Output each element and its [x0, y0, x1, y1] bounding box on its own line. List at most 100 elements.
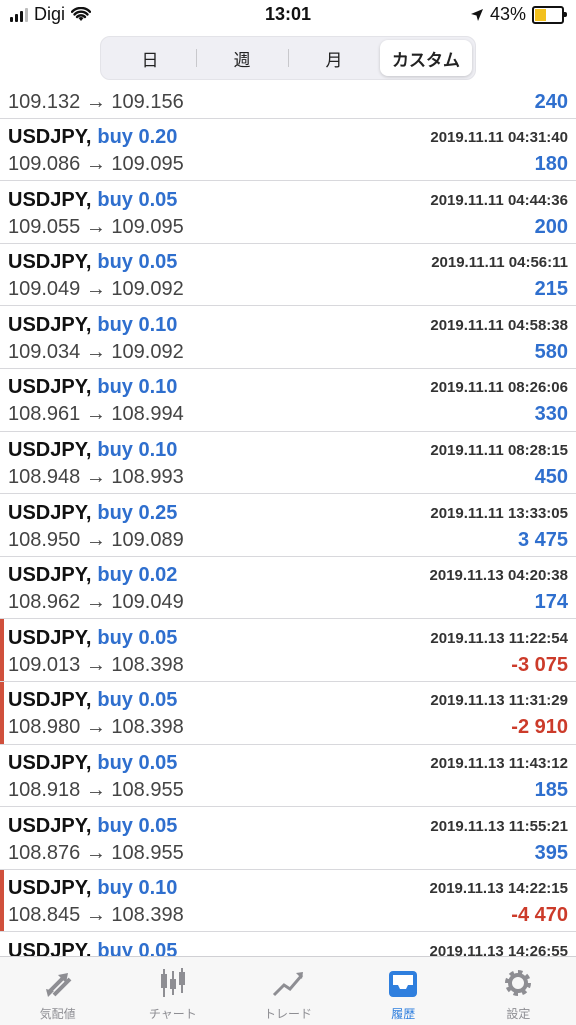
- trade-prices: 108.961 → 108.994: [8, 403, 184, 426]
- trade-profit: 395: [534, 841, 568, 864]
- trade-row-header: USDJPY, buy 0.05 2019.11.13 11:43:12: [8, 751, 568, 777]
- trade-title: USDJPY, buy 0.05: [8, 940, 177, 956]
- trade-symbol: USDJPY,: [8, 126, 92, 149]
- trade-time: 2019.11.13 11:31:29: [430, 692, 568, 710]
- trade-row-header: USDJPY, buy 0.10 2019.11.13 14:22:15: [8, 876, 568, 902]
- trade-side-volume: buy 0.20: [97, 126, 178, 149]
- trade-row-details: 108.980 → 108.398 -2 910: [8, 715, 568, 741]
- trade-title: USDJPY, buy 0.25: [8, 502, 177, 525]
- trade-profit: 200: [534, 215, 568, 238]
- trade-side-volume: buy 0.05: [97, 689, 178, 712]
- trade-symbol: USDJPY,: [8, 814, 92, 837]
- history-inbox-icon: [389, 971, 418, 997]
- trade-row[interactable]: USDJPY, buy 0.05 2019.11.11 04:56:11 109.04…: [0, 244, 576, 307]
- trade-side-volume: buy 0.05: [97, 752, 178, 775]
- segment-1[interactable]: 日: [104, 40, 196, 76]
- trade-row[interactable]: USDJPY, buy 0.05 2019.11.13 11:55:21 108.87…: [0, 807, 576, 870]
- trade-title: USDJPY, buy 0.05: [8, 627, 177, 650]
- segment-4[interactable]: カスタム: [380, 40, 472, 76]
- trade-profit: 240: [534, 90, 568, 113]
- trade-side-volume: buy 0.10: [97, 376, 178, 399]
- trade-prices: 108.845 → 108.398: [8, 904, 184, 927]
- trade-row[interactable]: USDJPY, buy 0.10 2019.11.11 08:28:15 108.94…: [0, 432, 576, 495]
- tab-candlestick-chart[interactable]: チャート: [115, 957, 230, 1025]
- trade-row-header: USDJPY, buy 0.25 2019.11.11 13:33:05: [8, 500, 568, 526]
- trade-symbol: USDJPY,: [8, 376, 92, 399]
- trade-side-volume: buy 0.05: [97, 188, 178, 211]
- status-bar: Digi 13:01 43%: [0, 0, 576, 30]
- trade-prices: 108.918 → 108.955: [8, 779, 184, 802]
- segment-2[interactable]: 週: [196, 40, 288, 76]
- trade-time: 2019.11.11 04:56:11: [431, 254, 568, 272]
- trade-symbol: USDJPY,: [8, 689, 92, 712]
- trade-row[interactable]: 109.132 → 109.156 240: [0, 88, 576, 119]
- trade-symbol: USDJPY,: [8, 626, 92, 649]
- trade-row[interactable]: USDJPY, buy 0.10 2019.11.13 14:22:15 108.84…: [0, 869, 576, 933]
- trade-symbol: USDJPY,: [8, 564, 92, 587]
- tab-quotes-arrows[interactable]: 気配値: [0, 957, 115, 1025]
- trade-row[interactable]: USDJPY, buy 0.05 2019.11.13 11:43:12 108.91…: [0, 745, 576, 808]
- battery-fill: [535, 8, 547, 21]
- trade-prices: 109.049 → 109.092: [8, 278, 184, 301]
- trade-row-header: USDJPY, buy 0.05 2019.11.13 11:55:21: [8, 813, 568, 839]
- trade-row-details: 108.948 → 108.993 450: [8, 465, 568, 491]
- trade-prices: 108.962 → 109.049: [8, 591, 184, 614]
- trade-prices: 109.086 → 109.095: [8, 153, 184, 176]
- trade-time: 2019.11.13 14:26:55: [429, 942, 568, 956]
- trade-title: USDJPY, buy 0.05: [8, 251, 177, 274]
- trade-symbol: USDJPY,: [8, 501, 92, 524]
- trade-side-volume: buy 0.10: [97, 877, 178, 900]
- trade-profit: -4 470: [511, 904, 568, 927]
- trade-time: 2019.11.13 11:55:21: [430, 817, 568, 835]
- segment-3[interactable]: 月: [288, 40, 380, 76]
- bottom-tab-bar: 気配値 チャート トレード 履歴 設定: [0, 956, 576, 1025]
- trade-row[interactable]: USDJPY, buy 0.25 2019.11.11 13:33:05 108.95…: [0, 494, 576, 557]
- trade-title: USDJPY, buy 0.05: [8, 189, 177, 212]
- location-arrow-icon: [470, 8, 483, 21]
- trade-title: USDJPY, buy 0.05: [8, 752, 177, 775]
- trade-time: 2019.11.11 13:33:05: [430, 504, 568, 522]
- trade-row-details: 108.918 → 108.955 185: [8, 778, 568, 804]
- status-right: 43%: [470, 4, 567, 25]
- trade-title: USDJPY, buy 0.10: [8, 439, 177, 462]
- trade-time: 2019.11.13 04:20:38: [429, 567, 568, 585]
- quotes-arrows-icon: [45, 973, 72, 997]
- trade-title: USDJPY, buy 0.02: [8, 564, 177, 587]
- trade-row-details: 108.845 → 108.398 -4 470: [8, 903, 568, 929]
- trade-row[interactable]: USDJPY, buy 0.05 2019.11.11 04:44:36 109.05…: [0, 181, 576, 244]
- trade-history-list-content: 109.132 → 109.156 240 USDJPY, buy 0.20 2019.…: [0, 88, 576, 956]
- trade-row-details: 109.049 → 109.092 215: [8, 277, 568, 303]
- trade-row-header: USDJPY, buy 0.05 2019.11.13 11:22:54: [8, 625, 568, 651]
- tab-label: 履歴: [391, 1007, 416, 1021]
- trade-row-header: USDJPY, buy 0.20 2019.11.11 04:31:40: [8, 125, 568, 151]
- tab-settings-gear[interactable]: 設定: [461, 957, 576, 1025]
- tab-label: 気配値: [39, 1007, 76, 1021]
- trade-profit: -3 075: [511, 653, 568, 676]
- trade-row-details: 108.961 → 108.994 330: [8, 402, 568, 428]
- tab-trade-trend[interactable]: トレード: [230, 957, 345, 1025]
- period-segmented-control: 日週月カスタム: [100, 36, 476, 80]
- trade-row[interactable]: USDJPY, buy 0.05 2019.11.13 11:22:54 109.01…: [0, 619, 576, 682]
- trade-row[interactable]: USDJPY, buy 0.20 2019.11.11 04:31:40 109.08…: [0, 119, 576, 182]
- trade-time: 2019.11.13 14:22:15: [429, 880, 568, 898]
- tab-history-inbox[interactable]: 履歴: [346, 957, 461, 1025]
- trade-row-details: 109.055 → 109.095 200: [8, 214, 568, 240]
- trade-profit: 580: [534, 340, 568, 363]
- trade-row-header: USDJPY, buy 0.05 2019.11.11 04:56:11: [8, 250, 568, 276]
- trade-title: USDJPY, buy 0.05: [8, 689, 177, 712]
- tab-label: チャート: [148, 1007, 197, 1021]
- trade-row[interactable]: USDJPY, buy 0.05 2019.11.13 14:26:55: [0, 932, 576, 956]
- trade-row[interactable]: USDJPY, buy 0.10 2019.11.11 04:58:38 109.03…: [0, 306, 576, 369]
- trade-time: 2019.11.11 04:44:36: [430, 191, 568, 209]
- trade-row[interactable]: USDJPY, buy 0.05 2019.11.13 11:31:29 108.98…: [0, 681, 576, 745]
- trade-symbol: USDJPY,: [8, 752, 92, 775]
- trade-profit: -2 910: [511, 716, 568, 739]
- trade-row-header: USDJPY, buy 0.02 2019.11.13 04:20:38: [8, 563, 568, 589]
- trade-row-header: USDJPY, buy 0.10 2019.11.11 08:28:15: [8, 438, 568, 464]
- trade-row[interactable]: USDJPY, buy 0.02 2019.11.13 04:20:38 108.96…: [0, 557, 576, 620]
- trade-history-list[interactable]: 109.132 → 109.156 240 USDJPY, buy 0.20 2019.…: [0, 88, 576, 956]
- trade-trend-icon: [272, 972, 304, 997]
- trade-profit: 180: [534, 153, 568, 176]
- trade-time: 2019.11.11 04:58:38: [430, 316, 568, 334]
- trade-row[interactable]: USDJPY, buy 0.10 2019.11.11 08:26:06 108.96…: [0, 369, 576, 432]
